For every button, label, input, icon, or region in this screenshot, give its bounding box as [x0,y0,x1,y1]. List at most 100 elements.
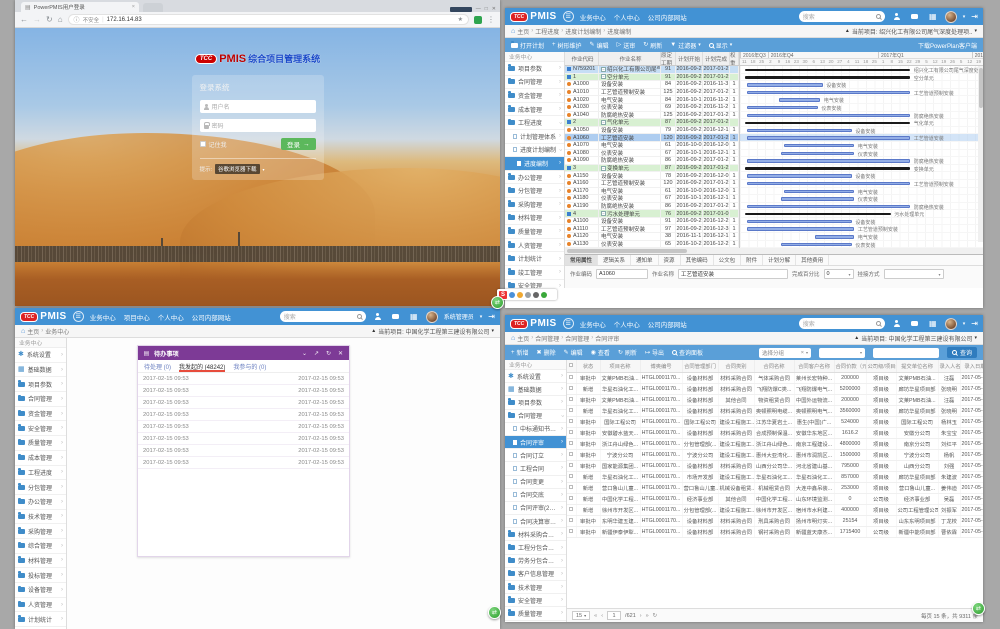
row-checkbox[interactable] [569,518,573,522]
floating-helper-button[interactable]: ⇄ [491,296,504,309]
new-tab-button[interactable] [143,3,163,12]
activity-row[interactable]: A1010工艺管道预制安装1252016-09-22017-01-21 [565,89,739,97]
activity-row[interactable]: A1000设备安装842016-09-22016-11-31 [565,81,739,89]
column-header-博奥编号[interactable]: 博奥编号 [640,360,682,372]
contract-row[interactable]: 审批中文莱PMB石油...HTGL0001170...设备材料部材料采购合同气体… [567,372,983,383]
todo-list-item[interactable]: 2017-02-15 09:532017-02-15 09:53 [138,409,349,421]
collapse-icon[interactable]: − [601,74,606,79]
row-checkbox[interactable] [569,496,573,500]
breadcrumb-item[interactable]: 合同管理 [565,334,589,343]
current-project-selector[interactable]: ▲当前项目: 绍兴化工有限公司尾气深度处理项..▾ [845,27,977,36]
activity-row[interactable]: A1110工艺管道预制安装972016-09-22016-12-31 [565,225,739,233]
caret-down-icon[interactable]: ▾ [963,321,966,327]
sidebar-item-项目参数[interactable]: 项目参数› [505,396,566,409]
toolbar-button-查看[interactable]: ◉查看 [591,348,610,357]
todo-tab-待处理 (0)[interactable]: 待处理 (0) [144,360,171,372]
sidebar-item-材料采购合同管理[interactable]: 材料采购合同管理› [505,528,566,541]
gantt-bar[interactable] [747,114,910,118]
sidebar-item-进度编制[interactable]: 进度编制› [505,157,564,171]
checkbox-cell[interactable] [567,394,576,405]
contract-row[interactable]: 新增华星石油化工...HTGL0001170...设备材料部材料采购合同飞翔防爆… [567,383,983,394]
todo-list-item[interactable]: 2017-02-15 09:532017-02-15 09:53 [138,421,349,433]
sidebar-item-合同管理[interactable]: 合同管理› [505,410,566,423]
activity-row[interactable]: A1060工艺管道安装1202016-09-22017-01-21 [565,134,739,142]
checkbox-cell[interactable] [567,460,576,471]
apps-grid-icon[interactable]: ▦ [927,11,939,23]
gantt-bar[interactable] [747,182,910,186]
sidebar-item-工程进度[interactable]: 工程进度› [15,466,66,481]
avatar[interactable] [426,311,438,323]
sidebar-item-工程合同[interactable]: 工程合同› [505,462,566,475]
toolbar-button-导出[interactable]: ↦导出 [645,348,664,357]
contract-row[interactable]: 审批中国家能源集团...HTGL0001170...设备材料部材料采购合同山西分… [567,460,983,471]
gantt-bar[interactable] [747,106,817,110]
sidebar-item-办公管理[interactable]: 办公管理› [15,495,66,510]
sidebar-item-合同订立[interactable]: 合同订立› [505,449,566,462]
global-search-input[interactable]: 搜索 [280,311,366,322]
site-info-icon[interactable]: ⓘ [74,15,80,24]
forward-icon[interactable]: → [33,15,41,24]
sidebar-item-合同管理[interactable]: 合同管理› [15,392,66,407]
contract-row[interactable]: 审批中宁波分公司HTGL0001170...宁波分公司建设工程施工...惠州大亚… [567,449,983,460]
global-search-input[interactable]: 搜索 [799,11,885,22]
sidebar-item-分包管理[interactable]: 分包管理› [15,480,66,495]
gantt-bar[interactable] [784,190,854,194]
activity-row[interactable]: A1150设备安装782016-09-22016-12-01 [565,172,739,180]
nav-item[interactable]: 公司内部网站 [648,319,687,329]
todo-tab-我发起的 (48242)[interactable]: 我发起的 (48242) [179,360,225,372]
sidebar-item-工程进度[interactable]: 工程进度› [505,116,564,130]
close-icon[interactable]: ✕ [336,350,345,357]
todo-list-item[interactable]: 2017-02-15 09:532017-02-15 09:53 [138,445,349,457]
column-header-合同类别[interactable]: 合同类别 [718,360,754,372]
activity-row[interactable]: A1100设备安装912016-09-22016-12-21 [565,218,739,226]
field-input-完成百分比[interactable]: 0▾ [824,269,854,279]
sidebar-item-安全管理[interactable]: 安全管理› [505,594,566,607]
search-button[interactable]: 查询 [947,347,977,358]
next-page-icon[interactable]: › [640,613,642,619]
nav-item[interactable]: 业务中心 [90,312,116,322]
sidebar-item-技术管理[interactable]: 技术管理› [15,510,66,525]
sidebar-item-安全管理[interactable]: 安全管理› [15,421,66,436]
sidebar-item-系统设置[interactable]: ✱系统设置› [15,348,66,363]
grid-column-header[interactable]: 计划完成 [703,52,730,65]
activity-row[interactable]: A1120电气安装382016-11-12016-12-11 [565,233,739,241]
back-icon[interactable]: ← [20,15,28,24]
sidebar-item-合同变更[interactable]: 合同变更› [505,476,566,489]
detail-tab-公文包[interactable]: 公文包 [714,255,742,265]
breadcrumb-item[interactable]: 合同评审 [595,334,619,343]
activity-row[interactable]: A1160工艺管道预制安装1202016-09-22017-01-21 [565,180,739,188]
row-checkbox[interactable] [569,397,573,401]
collapse-icon[interactable]: − [601,120,606,125]
contract-row[interactable]: 新增中国化学工程...HTGL0001170...经济事业部其他合同中国化学工程… [567,493,983,504]
activity-row[interactable]: 4−污水处理单元762016-09-22017-01-0 [565,210,739,218]
activity-row[interactable]: A1030仪表安装692016-09-22016-11-21 [565,104,739,112]
checkbox-cell[interactable] [567,449,576,460]
page-size-select[interactable]: 15▾ [572,611,590,620]
detail-tab-逻辑关系[interactable]: 逻辑关系 [598,255,631,265]
clear-icon[interactable]: × [801,350,804,356]
gantt-bar[interactable] [781,152,854,156]
contract-row[interactable]: 新增华星石油化工...HTGL0001170...设备材料部材料采购合同奥顿照明… [567,405,983,416]
sidebar-item-人资管理[interactable]: 人资管理› [505,239,564,253]
column-header-状态[interactable]: 状态 [576,360,600,372]
activity-row[interactable]: A1080仪表安装672016-10-12016-12-11 [565,150,739,158]
contract-row[interactable]: 新增营口鲁山儿童...HTGL0001170...营口鲁山儿童...机械设备租赁… [567,482,983,493]
toolbar-button-显示[interactable]: 显示▾ [709,41,733,50]
activity-row[interactable]: A1070电气安装612016-10-02016-12-01 [565,142,739,150]
checkbox-cell[interactable] [567,383,576,394]
toolbar-button-编辑[interactable]: ✎编辑 [564,348,583,357]
gantt-bar[interactable] [815,235,854,239]
gantt-bar[interactable] [747,220,851,224]
refresh-icon[interactable]: ↻ [324,350,333,357]
gantt-bar[interactable] [745,69,910,72]
toolbar-button-树形维护[interactable]: +树形维护 [552,41,582,50]
avatar[interactable] [945,318,957,330]
prev-page-icon[interactable]: ‹ [601,613,603,619]
home-icon[interactable]: ⌂ [21,328,25,335]
contract-row[interactable]: 审批中国际工程公司HTGL0001170...国际工程公司建设工程施工...江苏… [567,416,983,427]
tab-close-icon[interactable]: × [132,4,135,10]
message-icon[interactable] [909,318,921,330]
window-maximize-icon[interactable]: □ [485,6,488,12]
breadcrumb-item[interactable]: 合同管理 [535,334,559,343]
ime-tool-icon[interactable] [533,292,539,298]
